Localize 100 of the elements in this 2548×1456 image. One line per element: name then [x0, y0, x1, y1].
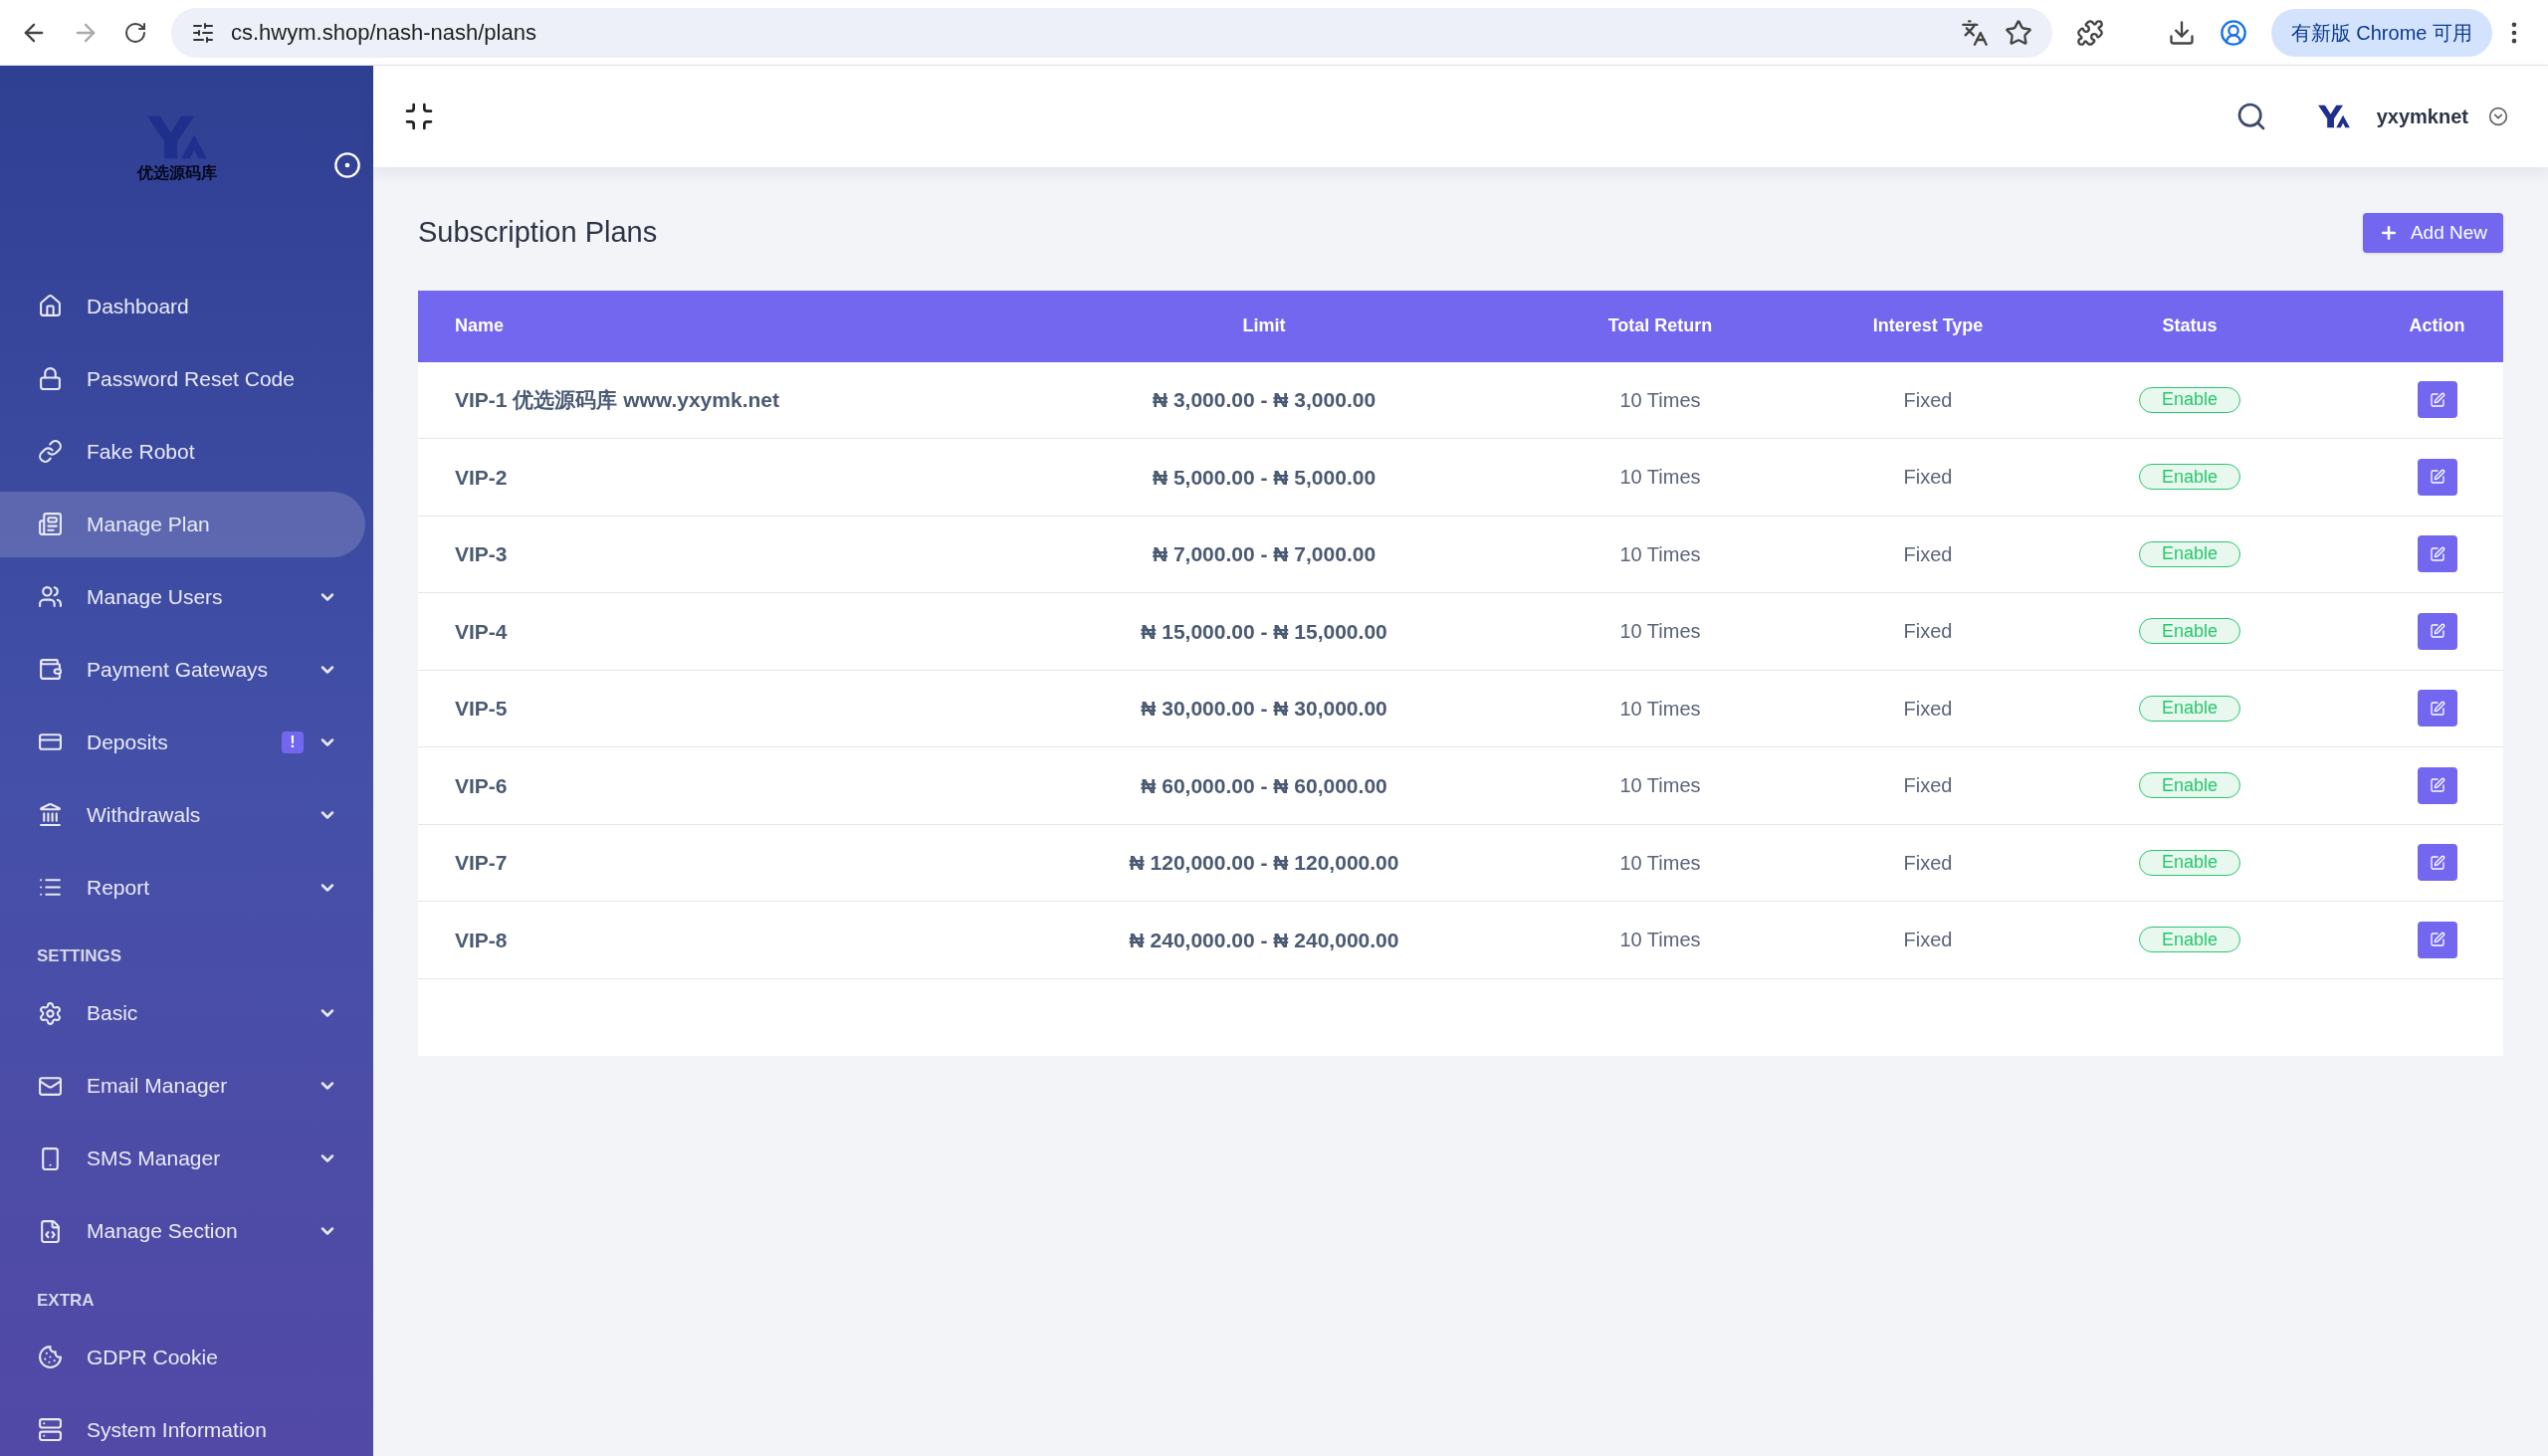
interest-type: Fixed — [1903, 387, 1953, 413]
download-icon[interactable] — [2167, 18, 2196, 47]
status-badge: Enable — [2138, 464, 2241, 491]
sidebar-item[interactable]: Withdrawals — [0, 781, 365, 848]
limit-range: ₦ 240,000.00 - ₦ 240,000.00 — [1129, 927, 1399, 953]
plan-name: VIP-7 — [455, 850, 508, 876]
url-text: cs.hwym.shop/nash-nash/plans — [231, 19, 536, 47]
plan-name: VIP-5 — [455, 696, 508, 722]
edit-icon — [2429, 623, 2445, 640]
interest-type: Fixed — [1903, 465, 1953, 491]
column-header: Name — [455, 314, 505, 337]
total-return: 10 Times — [1619, 465, 1701, 491]
column-header: Total Return — [1607, 314, 1713, 337]
server-icon — [38, 1417, 63, 1442]
sidebar-item-label: Dashboard — [87, 293, 190, 319]
sidebar-item[interactable]: Password Reset Code — [0, 345, 365, 412]
interest-type: Fixed — [1903, 773, 1953, 799]
limit-range: ₦ 60,000.00 - ₦ 60,000.00 — [1141, 772, 1387, 799]
interest-type: Fixed — [1903, 541, 1953, 567]
site-info-icon[interactable] — [191, 20, 215, 45]
sidebar-item[interactable]: Deposits ! — [0, 709, 365, 775]
limit-range: ₦ 5,000.00 - ₦ 5,000.00 — [1152, 464, 1377, 491]
profile-icon[interactable] — [2219, 18, 2247, 47]
sidebar-item-label: System Information — [87, 1416, 268, 1443]
sidebar-item[interactable]: Fake Robot — [0, 418, 365, 485]
sidebar-item[interactable]: Email Manager — [0, 1053, 365, 1119]
sidebar-section-heading: SETTINGS — [37, 945, 122, 967]
sidebar-item-label: SMS Manager — [87, 1145, 222, 1172]
sidebar-item-label: Email Manager — [87, 1073, 229, 1100]
edit-button[interactable] — [2417, 844, 2457, 882]
reload-icon[interactable] — [123, 20, 147, 45]
edit-button[interactable] — [2417, 612, 2457, 650]
sidebar-item-label: Manage Users — [87, 583, 224, 610]
total-return: 10 Times — [1619, 773, 1701, 799]
logo-text: 优选源码库 — [137, 162, 217, 184]
bank-icon — [38, 802, 63, 827]
sidebar-item[interactable]: Manage Plan — [0, 491, 365, 557]
translate-icon[interactable] — [1960, 18, 1989, 47]
plan-name: VIP-8 — [455, 927, 508, 953]
cookie-icon — [38, 1345, 63, 1369]
users-icon — [38, 584, 63, 609]
sidebar-item[interactable]: System Information — [0, 1396, 365, 1456]
sidebar-item[interactable]: Manage Users — [0, 563, 365, 630]
exit-fullscreen-icon[interactable] — [403, 101, 435, 132]
sidebar-item[interactable]: Report — [0, 854, 365, 921]
username[interactable]: yxymknet — [2376, 102, 2468, 131]
plan-name: VIP-2 — [455, 464, 508, 491]
total-return: 10 Times — [1619, 387, 1701, 413]
alert-badge: ! — [282, 730, 304, 753]
edit-button[interactable] — [2417, 458, 2457, 496]
sidebar-item[interactable]: Payment Gateways — [0, 636, 365, 703]
limit-range: ₦ 3,000.00 - ₦ 3,000.00 — [1152, 387, 1377, 413]
column-header: Limit — [1242, 314, 1286, 337]
plan-name: VIP-4 — [455, 618, 508, 645]
total-return: 10 Times — [1619, 696, 1701, 722]
column-header: Status — [2162, 314, 2218, 337]
sidebar-item[interactable]: GDPR Cookie — [0, 1324, 365, 1390]
code-file-icon — [38, 1218, 63, 1244]
edit-icon — [2429, 391, 2445, 408]
extensions-icon[interactable] — [2075, 18, 2104, 47]
newspaper-icon — [38, 512, 63, 536]
status-badge: Enable — [2138, 927, 2241, 953]
status-badge: Enable — [2138, 540, 2241, 567]
plan-name: VIP-6 — [455, 772, 508, 799]
sidebar-item[interactable]: Manage Section — [0, 1198, 365, 1264]
sidebar-item-label: Manage Section — [87, 1218, 239, 1245]
sidebar-item-label: Basic — [87, 1000, 139, 1027]
sidebar-item[interactable]: Dashboard — [0, 273, 365, 339]
address-bar[interactable]: cs.hwym.shop/nash-nash/plans — [171, 7, 2052, 58]
edit-button[interactable] — [2417, 535, 2457, 573]
wallet-icon — [38, 657, 63, 682]
sidebar-item[interactable]: SMS Manager — [0, 1126, 365, 1191]
sidebar-item-label: Withdrawals — [87, 801, 202, 828]
sidebar-item-label: GDPR Cookie — [87, 1344, 219, 1370]
total-return: 10 Times — [1619, 928, 1701, 953]
edit-button[interactable] — [2417, 766, 2457, 804]
interest-type: Fixed — [1903, 619, 1953, 645]
sidebar-item-label: Manage Plan — [87, 511, 211, 537]
limit-range: ₦ 30,000.00 - ₦ 30,000.00 — [1141, 696, 1387, 722]
link-icon — [38, 439, 63, 464]
edit-icon — [2429, 777, 2445, 794]
edit-button[interactable] — [2417, 690, 2457, 728]
total-return: 10 Times — [1619, 619, 1701, 645]
update-chrome-button[interactable]: 有新版 Chrome 可用 — [2270, 8, 2492, 57]
status-badge: Enable — [2138, 618, 2241, 645]
user-menu-icon[interactable] — [2488, 106, 2508, 126]
status-badge: Enable — [2138, 849, 2241, 876]
bookmark-star-icon[interactable] — [2004, 18, 2032, 47]
add-new-button[interactable]: Add New — [2362, 212, 2503, 253]
edit-button[interactable] — [2417, 921, 2457, 958]
page-title: Subscription Plans — [418, 215, 658, 250]
sidebar-item-label: Payment Gateways — [87, 656, 270, 683]
column-header: Interest Type — [1872, 314, 1984, 337]
sidebar-item[interactable]: Basic — [0, 980, 365, 1046]
edit-icon — [2429, 932, 2445, 948]
status-badge: Enable — [2138, 695, 2241, 722]
sidebar-toggle-icon[interactable] — [333, 151, 361, 179]
edit-button[interactable] — [2417, 381, 2457, 419]
interest-type: Fixed — [1903, 928, 1953, 953]
plan-name: VIP-1 优选源码库 www.yxymk.net — [455, 387, 779, 413]
